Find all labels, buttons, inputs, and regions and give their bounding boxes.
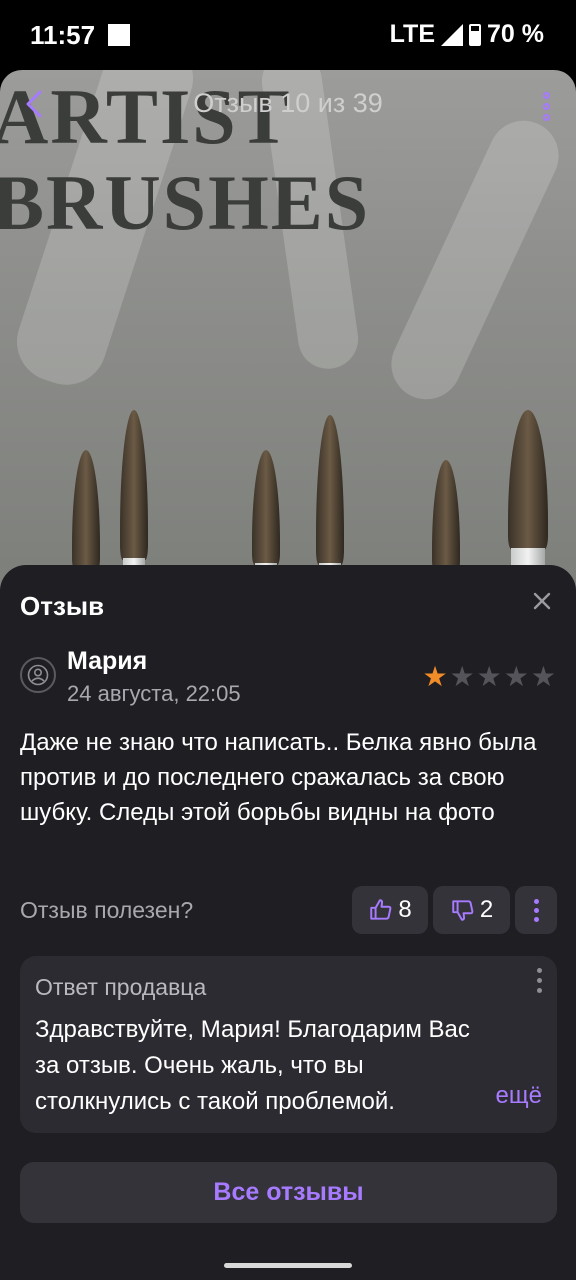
status-bar: 11:57 LTE 70 % [0,0,576,70]
battery-icon [469,23,482,46]
photo-watermark-line2: BRUSHES [0,159,371,246]
dislike-count: 2 [479,896,494,923]
thumbs-down-icon [452,900,474,921]
battery-level: 70 % [487,20,544,48]
photo-brush [120,410,148,590]
close-button[interactable] [528,587,556,615]
star-icon: ★ [422,661,448,692]
more-vertical-icon [542,91,550,99]
review-sheet: Отзыв Мария 24 августа, 22:05 ★ ★ ★ ★ ★ Даже… [0,565,576,1280]
home-indicator[interactable] [224,1263,352,1268]
more-options-button[interactable] [534,88,558,124]
seller-reply-text: Здравствуйте, Мария! Благодарим Вас за о… [35,1016,470,1115]
review-date: 24 августа, 22:05 [67,681,241,706]
like-count: 8 [398,896,412,923]
photo-reflection [379,109,571,411]
photo-brush [316,415,344,590]
avatar [20,657,56,693]
user-icon [27,664,49,686]
seller-reply-expand-link[interactable]: ещё [496,1082,542,1110]
star-icon: ★ [449,661,475,692]
review-more-button[interactable] [515,886,557,934]
helpful-label: Отзыв полезен? [20,897,194,923]
status-right: LTE 70 % [390,20,544,49]
status-time: 11:57 [30,20,96,50]
star-icon: ★ [503,661,529,692]
network-type: LTE [389,20,436,48]
review-photo[interactable]: ARTIST BRUSHES Отзыв 10 из 39 [0,70,576,590]
star-icon: ★ [476,661,502,692]
photo-brush [508,410,548,590]
dislike-button[interactable]: 2 [433,886,510,934]
seller-reply-title: Ответ продавца [35,974,207,1000]
review-text: Даже не знаю что написать.. Белка явно б… [20,729,537,826]
like-button[interactable]: 8 [352,886,428,934]
photo-counter-title: Отзыв 10 из 39 [193,88,383,118]
seller-reply-card: Ответ продавца Здравствуйте, Мария! Благ… [20,956,557,1133]
more-vertical-icon [537,968,542,973]
more-vertical-icon [533,898,539,904]
seller-reply-more-button[interactable] [537,968,542,993]
sheet-title: Отзыв [20,591,105,621]
signal-icon [441,23,464,46]
thumbs-up-icon [370,899,392,920]
rating-stars: ★ ★ ★ ★ ★ [422,663,556,691]
author-name: Мария [67,647,148,675]
close-icon [533,592,551,610]
notification-icon [108,24,130,46]
all-reviews-button[interactable]: Все отзывы [20,1162,557,1223]
star-icon: ★ [530,661,556,692]
